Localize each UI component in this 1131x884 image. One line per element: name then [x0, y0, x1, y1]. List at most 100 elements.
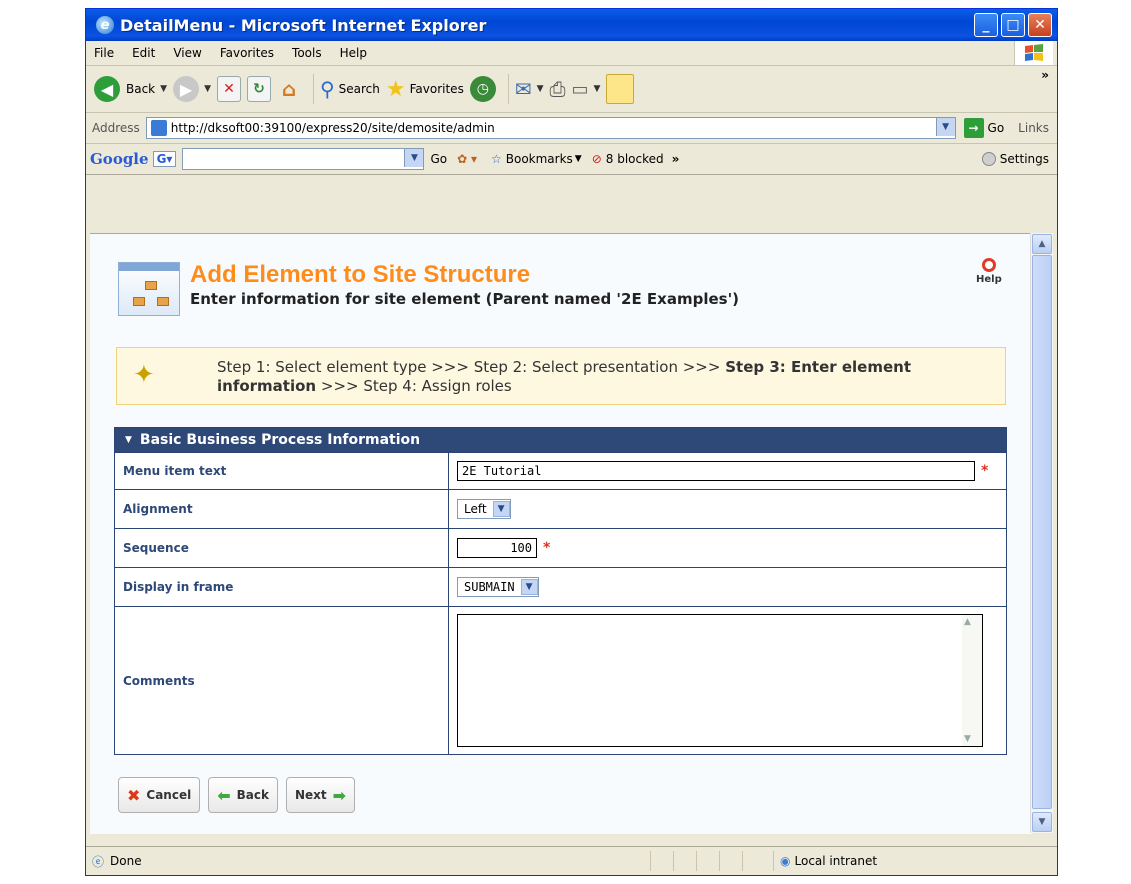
windows-logo-icon [1014, 41, 1053, 65]
required-marker: * [981, 463, 989, 479]
scrollbar-thumb[interactable] [1032, 255, 1052, 809]
go-button[interactable]: → Go [963, 118, 1005, 138]
edit-button[interactable]: ▭ ▼ [572, 79, 601, 100]
edit-dropdown-icon[interactable]: ▼ [594, 84, 601, 94]
google-logo: Google [90, 150, 149, 168]
menu-favorites[interactable]: Favorites [210, 46, 282, 60]
required-marker: * [543, 540, 551, 556]
maximize-button[interactable]: □ [1001, 13, 1025, 37]
wizard-buttons: ✖ Cancel ⬅ Back Next ➡ [118, 777, 363, 813]
back-wizard-label: Back [236, 788, 269, 802]
toolbar-separator [507, 74, 509, 104]
next-button[interactable]: Next ➡ [285, 777, 356, 813]
mail-button[interactable]: ✉ ▼ [515, 77, 544, 101]
section-title: Basic Business Process Information [139, 432, 421, 448]
settings-icon [981, 152, 996, 166]
steps-text: Step 1: Select element type >>> Step 2: … [217, 358, 912, 395]
bookmarks-star-icon: ☆ [490, 152, 502, 166]
stop-icon[interactable]: ✕ [216, 76, 241, 102]
zone-text: Local intranet [794, 854, 878, 868]
address-dropdown-icon[interactable]: ▼ [935, 118, 955, 136]
chevron-down-icon: ▼ [492, 501, 510, 517]
search-button[interactable]: ⚲ Search [320, 77, 380, 101]
cancel-label: Cancel [146, 788, 192, 802]
menu-bar: File Edit View Favorites Tools Help [86, 41, 1057, 66]
toolbar-overflow-icon[interactable]: » [1041, 68, 1049, 82]
wizard-steps: ✦ Step 1: Select element type >>> Step 2… [116, 347, 1006, 405]
sequence-label: Sequence [115, 529, 449, 567]
menu-edit[interactable]: Edit [122, 46, 163, 60]
scroll-up-icon[interactable]: ▲ [1032, 234, 1052, 254]
comments-row: Comments ▲ ▼ [115, 606, 1006, 754]
menu-text-input[interactable]: 2E Tutorial [457, 461, 975, 481]
display-frame-row: Display in frame SUBMAIN ▼ [115, 567, 1006, 606]
forward-button[interactable]: ▶ ▼ [173, 76, 211, 102]
address-bar: Address http://dksoft00:39100/express20/… [86, 113, 1057, 144]
go-label: Go [987, 121, 1005, 135]
address-label: Address [92, 121, 140, 135]
toolbar-separator [312, 74, 314, 104]
refresh-icon[interactable]: ↻ [246, 76, 271, 102]
page-content: Add Element to Site Structure Enter info… [90, 233, 1032, 834]
popup-blocker-icon: ⊘ [591, 152, 602, 166]
note-icon[interactable] [606, 74, 635, 104]
menu-tools[interactable]: Tools [282, 46, 330, 60]
bookmarks-button[interactable]: Bookmarks [506, 152, 573, 166]
scroll-up-icon[interactable]: ▲ [964, 617, 971, 627]
bookmarks-dropdown-icon[interactable]: ▼ [575, 154, 582, 164]
alignment-select[interactable]: Left ▼ [457, 499, 511, 519]
google-search-dropdown-icon[interactable]: ▼ [404, 149, 424, 167]
google-search-input[interactable]: ▼ [182, 148, 425, 170]
minimize-button[interactable]: _ [974, 13, 998, 37]
history-icon[interactable]: ◷ [469, 76, 496, 102]
ie-icon: e [96, 16, 114, 34]
home-icon[interactable]: ⌂ [277, 76, 301, 102]
mail-dropdown-icon[interactable]: ▼ [537, 84, 544, 94]
menu-text-label: Menu item text [115, 453, 449, 489]
menu-view[interactable]: View [163, 46, 209, 60]
comments-scrollbar[interactable]: ▲ ▼ [962, 615, 982, 746]
cancel-x-icon: ✖ [127, 785, 141, 805]
next-label: Next [294, 788, 327, 802]
search-icon: ⚲ [319, 77, 335, 101]
favorites-button[interactable]: ★ Favorites [386, 77, 464, 102]
blocked-count[interactable]: 8 blocked [606, 152, 664, 166]
google-overflow-icon[interactable]: » [672, 152, 680, 166]
google-g-icon[interactable]: G▾ [152, 151, 177, 167]
menu-help[interactable]: Help [330, 46, 375, 60]
scroll-down-icon[interactable]: ▼ [964, 734, 971, 744]
menu-text-row: Menu item text 2E Tutorial * [115, 452, 1006, 489]
collapse-triangle-icon: ▼ [125, 435, 132, 445]
help-button[interactable]: Help [976, 258, 1002, 285]
back-button[interactable]: ◀ Back ▼ [94, 76, 167, 102]
display-frame-select[interactable]: SUBMAIN ▼ [457, 577, 539, 597]
page-scrollbar[interactable]: ▲ ▼ [1030, 233, 1053, 833]
favorites-star-icon: ★ [385, 76, 406, 102]
menu-file[interactable]: File [86, 46, 122, 60]
status-bar: ⓔ Done ◉ Local intranet [86, 846, 1057, 875]
comments-textarea[interactable]: ▲ ▼ [457, 614, 983, 747]
cancel-button[interactable]: ✖ Cancel [118, 777, 201, 813]
favorites-label: Favorites [409, 82, 464, 96]
intranet-globe-icon: ◉ [780, 854, 791, 868]
toolbar-options-icon[interactable]: ✿ ▾ [457, 152, 477, 166]
back-dropdown-icon[interactable]: ▼ [160, 84, 167, 94]
help-label: Help [976, 274, 1002, 285]
comments-label: Comments [115, 607, 449, 754]
forward-dropdown-icon[interactable]: ▼ [204, 84, 211, 94]
close-button[interactable]: ✕ [1028, 13, 1052, 37]
search-label: Search [338, 82, 380, 96]
ie-page-icon: ⓔ [92, 854, 105, 869]
print-icon[interactable]: ⎙ [550, 77, 566, 101]
scroll-down-icon[interactable]: ▼ [1032, 812, 1052, 832]
sequence-input[interactable]: 100 [457, 538, 537, 558]
section-header[interactable]: ▼ Basic Business Process Information [115, 428, 1006, 452]
back-arrow-icon: ◀ [94, 76, 120, 102]
links-button[interactable]: Links [1018, 121, 1049, 135]
title-bar: e DetailMenu - Microsoft Internet Explor… [86, 9, 1057, 41]
google-go-button[interactable]: Go [430, 152, 447, 166]
address-input[interactable]: http://dksoft00:39100/express20/site/dem… [145, 117, 956, 139]
settings-button[interactable]: Settings [1000, 152, 1049, 166]
page-icon [150, 120, 167, 136]
back-wizard-button[interactable]: ⬅ Back [208, 777, 278, 813]
